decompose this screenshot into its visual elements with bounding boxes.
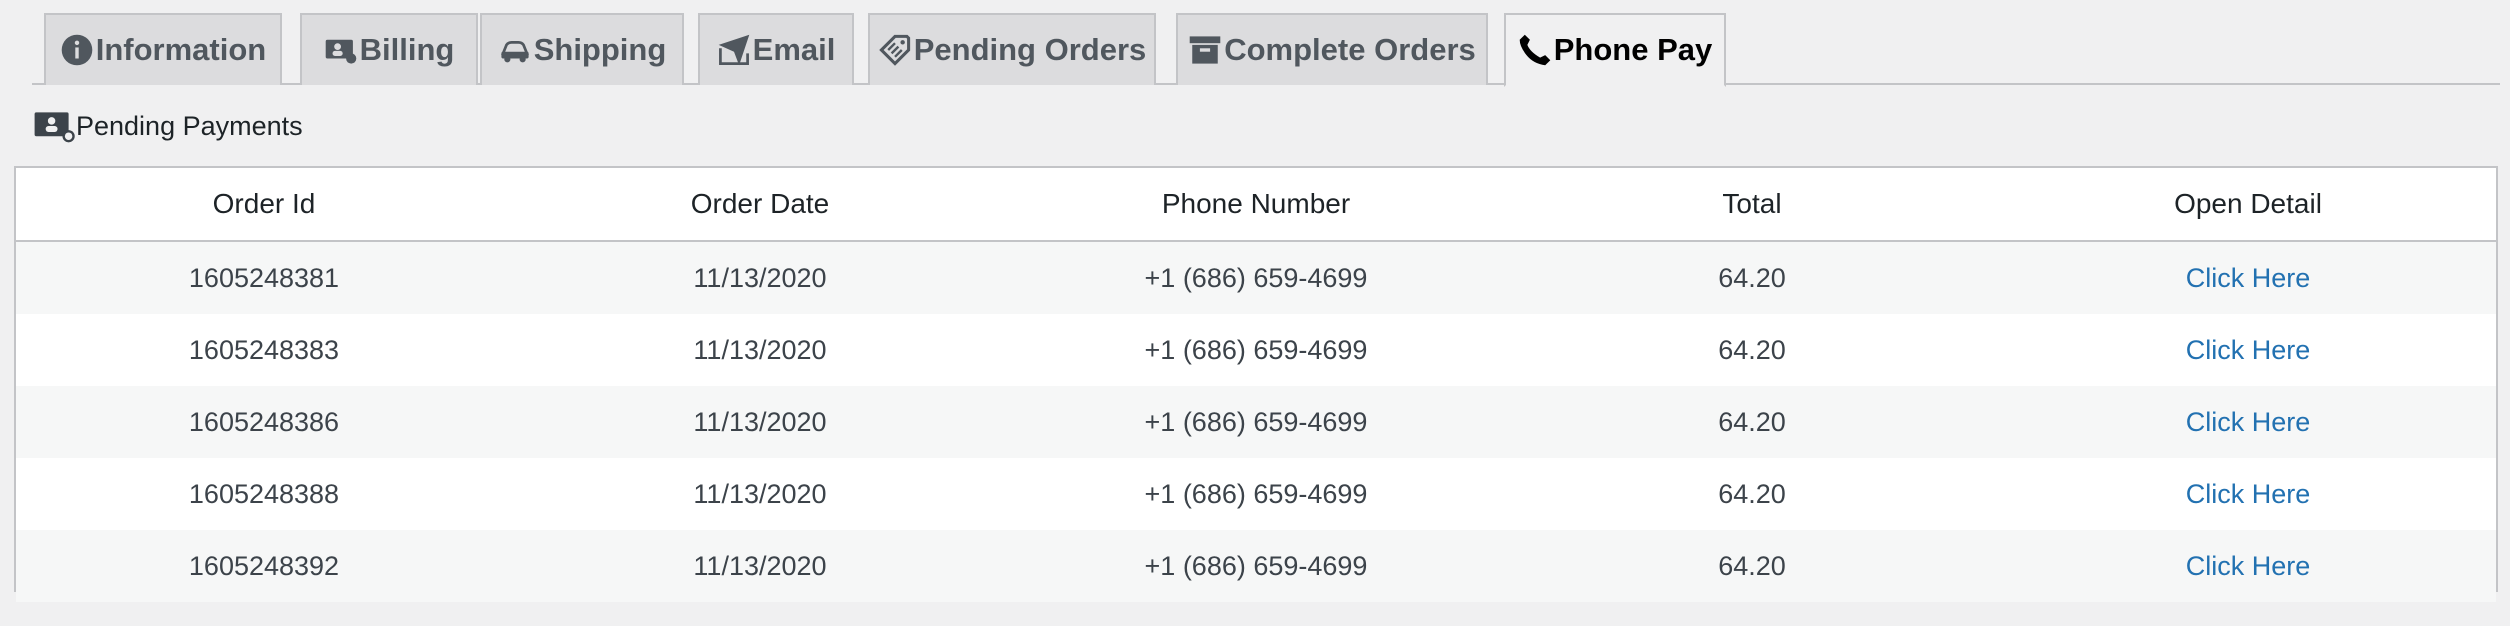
phone-icon xyxy=(1518,33,1552,67)
order-date-cell: 11/13/2020 xyxy=(512,458,1008,530)
tab-label: Information xyxy=(95,32,267,67)
tab-email[interactable]: Email xyxy=(698,13,854,85)
open-detail-link[interactable]: Click Here xyxy=(2186,263,2311,293)
email-icon xyxy=(717,33,751,67)
total-cell: 64.20 xyxy=(1504,241,2000,314)
phone-number-cell: +1 (686) 659-4699 xyxy=(1008,386,1504,458)
tag-icon xyxy=(878,33,912,67)
table-row: 1605248392 11/13/2020 +1 (686) 659-4699 … xyxy=(16,530,2496,602)
table-row: 1605248386 11/13/2020 +1 (686) 659-4699 … xyxy=(16,386,2496,458)
pending-payments-icon xyxy=(34,109,76,143)
table-row: 1605248383 11/13/2020 +1 (686) 659-4699 … xyxy=(16,314,2496,386)
pending-payments-table: Order Id Order Date Phone Number Total O… xyxy=(14,166,2498,602)
table-header-row: Order Id Order Date Phone Number Total O… xyxy=(16,168,2496,242)
open-detail-link[interactable]: Click Here xyxy=(2186,407,2311,437)
tab-label: Phone Pay xyxy=(1553,32,1713,67)
phone-number-cell: +1 (686) 659-4699 xyxy=(1008,241,1504,314)
info-icon xyxy=(60,33,94,67)
car-icon xyxy=(498,33,532,67)
order-date-cell: 11/13/2020 xyxy=(512,314,1008,386)
open-detail-cell: Click Here xyxy=(2000,530,2496,602)
open-detail-link[interactable]: Click Here xyxy=(2186,551,2311,581)
column-header-open-detail: Open Detail xyxy=(2000,168,2496,242)
table-row: 1605248388 11/13/2020 +1 (686) 659-4699 … xyxy=(16,458,2496,530)
order-id-cell: 1605248392 xyxy=(16,530,512,602)
tab-label: Billing xyxy=(359,32,455,67)
phone-number-cell: +1 (686) 659-4699 xyxy=(1008,458,1504,530)
column-header-order-id: Order Id xyxy=(16,168,512,242)
tab-information[interactable]: Information xyxy=(44,13,282,85)
order-date-cell: 11/13/2020 xyxy=(512,530,1008,602)
total-cell: 64.20 xyxy=(1504,314,2000,386)
column-header-phone-number: Phone Number xyxy=(1008,168,1504,242)
open-detail-cell: Click Here xyxy=(2000,241,2496,314)
section-heading: Pending Payments xyxy=(34,106,303,146)
open-detail-cell: Click Here xyxy=(2000,314,2496,386)
order-id-cell: 1605248388 xyxy=(16,458,512,530)
phone-number-cell: +1 (686) 659-4699 xyxy=(1008,530,1504,602)
order-date-cell: 11/13/2020 xyxy=(512,241,1008,314)
table-row: 1605248381 11/13/2020 +1 (686) 659-4699 … xyxy=(16,241,2496,314)
tab-label: Pending Orders xyxy=(913,32,1147,67)
total-cell: 64.20 xyxy=(1504,386,2000,458)
order-id-cell: 1605248381 xyxy=(16,241,512,314)
archive-icon xyxy=(1188,33,1222,67)
tab-bar: Information Billing Shipping Email Pendi… xyxy=(32,13,2500,87)
section-title: Pending Payments xyxy=(76,110,303,141)
tab-pending-orders[interactable]: Pending Orders xyxy=(868,13,1156,85)
tab-complete-orders[interactable]: Complete Orders xyxy=(1176,13,1488,85)
tab-label: Complete Orders xyxy=(1224,32,1476,67)
total-cell: 64.20 xyxy=(1504,530,2000,602)
order-id-cell: 1605248383 xyxy=(16,314,512,386)
order-id-cell: 1605248386 xyxy=(16,386,512,458)
open-detail-link[interactable]: Click Here xyxy=(2186,479,2311,509)
column-header-total: Total xyxy=(1504,168,2000,242)
billing-icon xyxy=(324,33,358,67)
orders-table: Order Id Order Date Phone Number Total O… xyxy=(16,168,2496,602)
phone-number-cell: +1 (686) 659-4699 xyxy=(1008,314,1504,386)
tab-label: Shipping xyxy=(533,32,667,67)
open-detail-cell: Click Here xyxy=(2000,458,2496,530)
tab-label: Email xyxy=(752,32,836,67)
column-header-order-date: Order Date xyxy=(512,168,1008,242)
total-cell: 64.20 xyxy=(1504,458,2000,530)
tab-billing[interactable]: Billing xyxy=(300,13,478,85)
open-detail-link[interactable]: Click Here xyxy=(2186,335,2311,365)
open-detail-cell: Click Here xyxy=(2000,386,2496,458)
tab-shipping[interactable]: Shipping xyxy=(480,13,684,85)
tab-phone-pay[interactable]: Phone Pay xyxy=(1504,13,1726,87)
order-date-cell: 11/13/2020 xyxy=(512,386,1008,458)
